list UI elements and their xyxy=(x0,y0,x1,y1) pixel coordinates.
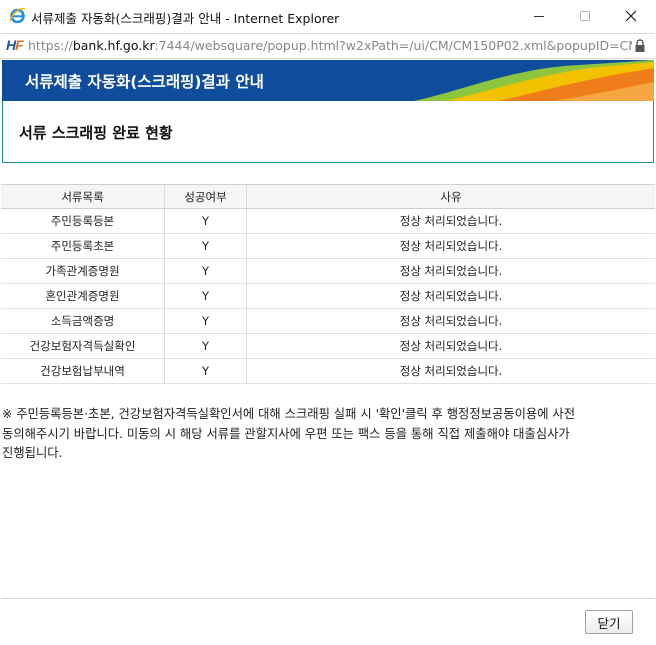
lock-icon[interactable] xyxy=(634,39,646,53)
notice-line: 진행됩니다. xyxy=(2,446,63,460)
popup-title: 서류제출 자동화(스크래핑)결과 안내 xyxy=(25,73,264,91)
column-header-success: 성공여부 xyxy=(164,184,247,209)
notice-line: ※ 주민등록등본·초본, 건강보험자격득실확인서에 대해 스크래핑 실패 시 '… xyxy=(2,407,576,421)
close-window-button[interactable] xyxy=(608,0,654,32)
success-cell: Y xyxy=(164,258,247,284)
document-name-cell: 건강보험자격득실확인 xyxy=(1,333,165,359)
reason-cell: 정상 처리되었습니다. xyxy=(246,308,655,334)
close-button[interactable]: 닫기 xyxy=(585,610,633,634)
url-field[interactable]: https://bank.hf.go.kr:7444/websquare/pop… xyxy=(28,38,632,53)
column-header-reason: 사유 xyxy=(246,184,655,209)
scraping-result-table: 서류목록 성공여부 사유 주민등록등본 Y 정상 처리되었습니다. 주민등록초본… xyxy=(1,184,655,384)
document-name-cell: 혼인관계증명원 xyxy=(1,283,165,309)
maximize-button[interactable] xyxy=(562,0,608,32)
address-bar[interactable]: HF https://bank.hf.go.kr:7444/websquare/… xyxy=(1,33,654,59)
table-row: 건강보험납부내역 Y 정상 처리되었습니다. xyxy=(1,358,655,384)
document-name-cell: 주민등록등본 xyxy=(1,208,165,234)
document-name-cell: 건강보험납부내역 xyxy=(1,358,165,384)
notice-line: 동의해주시기 바랍니다. 미동의 시 해당 서류를 관할지사에 우편 또는 팩스… xyxy=(2,426,570,441)
site-favicon: HF xyxy=(6,37,24,53)
table-row: 주민등록등본 Y 정상 처리되었습니다. xyxy=(1,208,655,234)
document-name-cell: 소득금액증명 xyxy=(1,308,165,334)
table-row: 소득금액증명 Y 정상 처리되었습니다. xyxy=(1,308,655,334)
close-icon xyxy=(625,10,637,22)
notice-text: ※ 주민등록등본·초본, 건강보험자격득실확인서에 대해 스크래핑 실패 시 '… xyxy=(2,405,642,464)
table-header-row: 서류목록 성공여부 사유 xyxy=(1,184,655,209)
success-cell: Y xyxy=(164,233,247,259)
column-header-document: 서류목록 xyxy=(1,184,165,209)
table-row: 주민등록초본 Y 정상 처리되었습니다. xyxy=(1,233,655,259)
document-name-cell: 주민등록초본 xyxy=(1,233,165,259)
table-row: 가족관계증명원 Y 정상 처리되었습니다. xyxy=(1,258,655,284)
document-name-cell: 가족관계증명원 xyxy=(1,258,165,284)
footer-divider xyxy=(1,598,655,599)
reason-cell: 정상 처리되었습니다. xyxy=(246,233,655,259)
reason-cell: 정상 처리되었습니다. xyxy=(246,333,655,359)
minimize-button[interactable] xyxy=(516,0,562,32)
minimize-icon xyxy=(534,16,544,17)
decorative-wave-graphic xyxy=(414,60,654,101)
subtitle-box: 서류 스크래핑 완료 현황 xyxy=(2,101,654,163)
table-row: 혼인관계증명원 Y 정상 처리되었습니다. xyxy=(1,283,655,309)
window-title: 서류제출 자동화(스크래핑)결과 안내 - Internet Explorer xyxy=(31,11,340,26)
internet-explorer-icon xyxy=(9,7,26,24)
popup-header-banner: 서류제출 자동화(스크래핑)결과 안내 xyxy=(2,60,654,101)
reason-cell: 정상 처리되었습니다. xyxy=(246,358,655,384)
success-cell: Y xyxy=(164,358,247,384)
reason-cell: 정상 처리되었습니다. xyxy=(246,258,655,284)
success-cell: Y xyxy=(164,333,247,359)
reason-cell: 정상 처리되었습니다. xyxy=(246,283,655,309)
window-title-bar: 서류제출 자동화(스크래핑)결과 안내 - Internet Explorer xyxy=(0,0,656,32)
reason-cell: 정상 처리되었습니다. xyxy=(246,208,655,234)
success-cell: Y xyxy=(164,308,247,334)
success-cell: Y xyxy=(164,208,247,234)
success-cell: Y xyxy=(164,283,247,309)
maximize-icon xyxy=(580,11,590,21)
section-subtitle: 서류 스크래핑 완료 현황 xyxy=(19,124,173,142)
table-row: 건강보험자격득실확인 Y 정상 처리되었습니다. xyxy=(1,333,655,359)
